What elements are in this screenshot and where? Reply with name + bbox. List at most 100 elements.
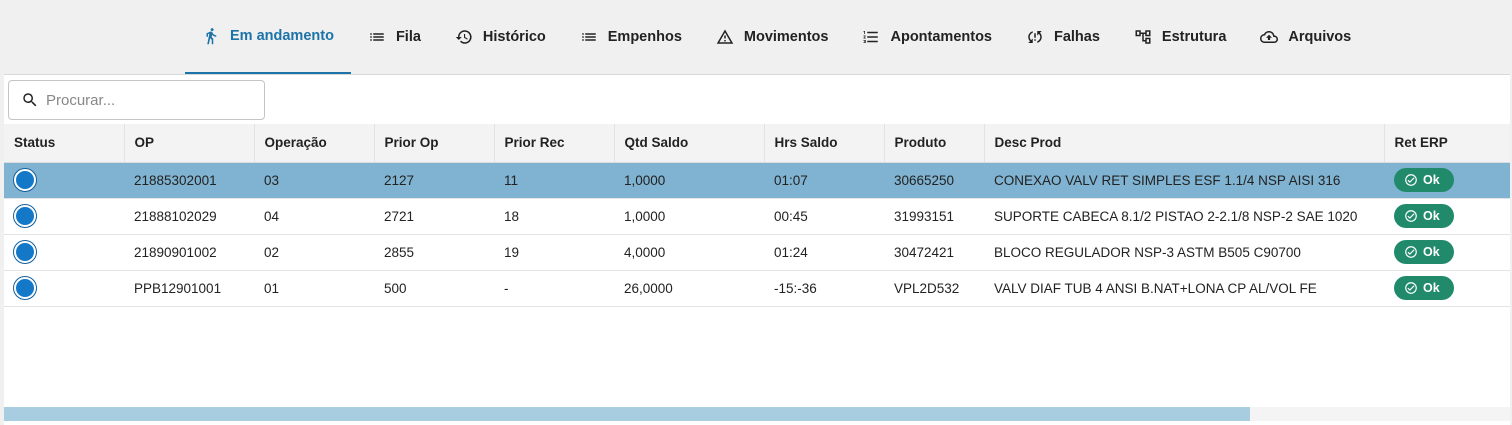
tab-label: Empenhos: [607, 29, 682, 45]
cloud-upload-icon: [1260, 31, 1279, 43]
status-dot-icon: [14, 241, 36, 263]
table-row[interactable]: 21885302001 03 2127 11 1,0000 01:07 3066…: [4, 162, 1510, 199]
column-header-prior-rec[interactable]: Prior Rec: [494, 124, 615, 163]
op-cell: 21890901002: [124, 234, 254, 271]
tab-arquivos[interactable]: Arquivos: [1243, 0, 1368, 74]
column-header-qtd-saldo[interactable]: Qtd Saldo: [614, 124, 765, 163]
prior-rec-cell: 18: [494, 198, 614, 235]
operacao-cell: 04: [254, 198, 374, 235]
column-header-operacao[interactable]: Operação: [254, 124, 375, 163]
prior-rec-cell: -: [494, 270, 614, 307]
column-header-status[interactable]: Status: [4, 124, 125, 163]
ret-erp-cell: Ok: [1384, 234, 1510, 271]
status-dot-icon: [14, 277, 36, 299]
qtd-saldo-cell: 1,0000: [614, 198, 764, 235]
column-header-prior-op[interactable]: Prior Op: [374, 124, 495, 163]
qtd-saldo-cell: 26,0000: [614, 270, 764, 307]
tab-estrutura[interactable]: Estrutura: [1117, 0, 1243, 74]
table-header-row: Status OP Operação Prior Op Prior Rec Qt…: [4, 124, 1510, 163]
main-content: Status OP Operação Prior Op Prior Rec Qt…: [4, 74, 1510, 425]
prior-op-cell: 2721: [374, 198, 494, 235]
qtd-saldo-cell: 4,0000: [614, 234, 764, 271]
tab-label: Estrutura: [1161, 29, 1227, 45]
tab-label: Falhas: [1053, 29, 1100, 45]
op-cell: 21885302001: [124, 162, 254, 199]
table-row[interactable]: PPB12901001 01 500 - 26,0000 -15:-36 VPL…: [4, 270, 1510, 307]
qtd-saldo-cell: 1,0000: [614, 162, 764, 199]
prior-rec-cell: 11: [494, 162, 614, 199]
horizontal-scrollbar[interactable]: [4, 407, 1510, 421]
hrs-saldo-cell: -15:-36: [764, 270, 884, 307]
produto-cell: 31993151: [884, 198, 984, 235]
history-icon: [455, 30, 472, 44]
check-circle-icon: [1405, 282, 1417, 294]
prior-rec-cell: 19: [494, 234, 614, 271]
check-circle-icon: [1405, 210, 1417, 222]
list-icon: [370, 33, 384, 41]
ret-erp-cell: Ok: [1384, 270, 1510, 307]
ret-erp-cell: Ok: [1384, 162, 1510, 199]
hrs-saldo-cell: 01:07: [764, 162, 884, 199]
tab-label: Histórico: [482, 29, 546, 45]
ok-badge[interactable]: Ok: [1394, 276, 1454, 300]
search-input[interactable]: [46, 91, 246, 109]
check-circle-icon: [1405, 174, 1417, 186]
op-cell: 21888102029: [124, 198, 254, 235]
status-cell: [4, 270, 124, 307]
ok-badge-label: Ok: [1423, 281, 1440, 295]
warning-icon: [716, 29, 734, 44]
column-header-ret-erp[interactable]: Ret ERP: [1384, 124, 1510, 163]
sync-problem-icon: [1028, 31, 1042, 43]
operacao-cell: 03: [254, 162, 374, 199]
tab-label: Em andamento: [230, 28, 334, 44]
column-header-desc-prod[interactable]: Desc Prod: [984, 124, 1385, 163]
prior-op-cell: 500: [374, 270, 494, 307]
tab-em-andamento[interactable]: Em andamento: [185, 0, 351, 74]
tab-historico[interactable]: Histórico: [438, 0, 563, 74]
prior-op-cell: 2855: [374, 234, 494, 271]
table-row[interactable]: 21888102029 04 2721 18 1,0000 00:45 3199…: [4, 198, 1510, 235]
desc-prod-cell: VALV DIAF TUB 4 ANSI B.NAT+LONA CP AL/VO…: [984, 270, 1384, 307]
op-cell: PPB12901001: [124, 270, 254, 307]
hrs-saldo-cell: 01:24: [764, 234, 884, 271]
tab-apontamentos[interactable]: Apontamentos: [845, 0, 1009, 74]
ok-badge-label: Ok: [1423, 173, 1440, 187]
operacao-cell: 02: [254, 234, 374, 271]
top-navigation: Em andamento Fila Histórico Empenhos Mov…: [0, 0, 1512, 74]
table-row[interactable]: 21890901002 02 2855 19 4,0000 01:24 3047…: [4, 234, 1510, 271]
column-header-produto[interactable]: Produto: [884, 124, 985, 163]
ret-erp-cell: Ok: [1384, 198, 1510, 235]
list-icon: [582, 33, 596, 41]
produto-cell: 30472421: [884, 234, 984, 271]
check-circle-icon: [1405, 246, 1417, 258]
status-dot-icon: [14, 169, 36, 191]
desc-prod-cell: SUPORTE CABECA 8.1/2 PISTAO 2-2.1/8 NSP-…: [984, 198, 1384, 235]
ok-badge[interactable]: Ok: [1394, 204, 1454, 228]
produto-cell: 30665250: [884, 162, 984, 199]
ok-badge[interactable]: Ok: [1394, 240, 1454, 264]
tab-falhas[interactable]: Falhas: [1009, 0, 1117, 74]
produto-cell: VPL2D532: [884, 270, 984, 307]
search-box[interactable]: [8, 80, 265, 120]
ops-table: Status OP Operação Prior Op Prior Rec Qt…: [4, 124, 1510, 307]
running-icon: [206, 28, 217, 45]
search-icon: [23, 93, 37, 107]
tab-label: Apontamentos: [890, 29, 992, 45]
column-header-op[interactable]: OP: [124, 124, 255, 163]
tab-empenhos[interactable]: Empenhos: [563, 0, 699, 74]
tab-fila[interactable]: Fila: [351, 0, 438, 74]
tab-movimentos[interactable]: Movimentos: [699, 0, 846, 74]
scrollbar-thumb[interactable]: [4, 407, 1250, 421]
column-header-hrs-saldo[interactable]: Hrs Saldo: [764, 124, 885, 163]
hierarchy-icon: [1135, 30, 1151, 44]
operacao-cell: 01: [254, 270, 374, 307]
hrs-saldo-cell: 00:45: [764, 198, 884, 235]
status-cell: [4, 198, 124, 235]
tab-label: Fila: [395, 29, 421, 45]
ok-badge[interactable]: Ok: [1394, 168, 1454, 192]
numbered-list-icon: [863, 31, 879, 43]
tab-label: Movimentos: [743, 29, 829, 45]
ok-badge-label: Ok: [1423, 209, 1440, 223]
desc-prod-cell: BLOCO REGULADOR NSP-3 ASTM B505 C90700: [984, 234, 1384, 271]
ok-badge-label: Ok: [1423, 245, 1440, 259]
